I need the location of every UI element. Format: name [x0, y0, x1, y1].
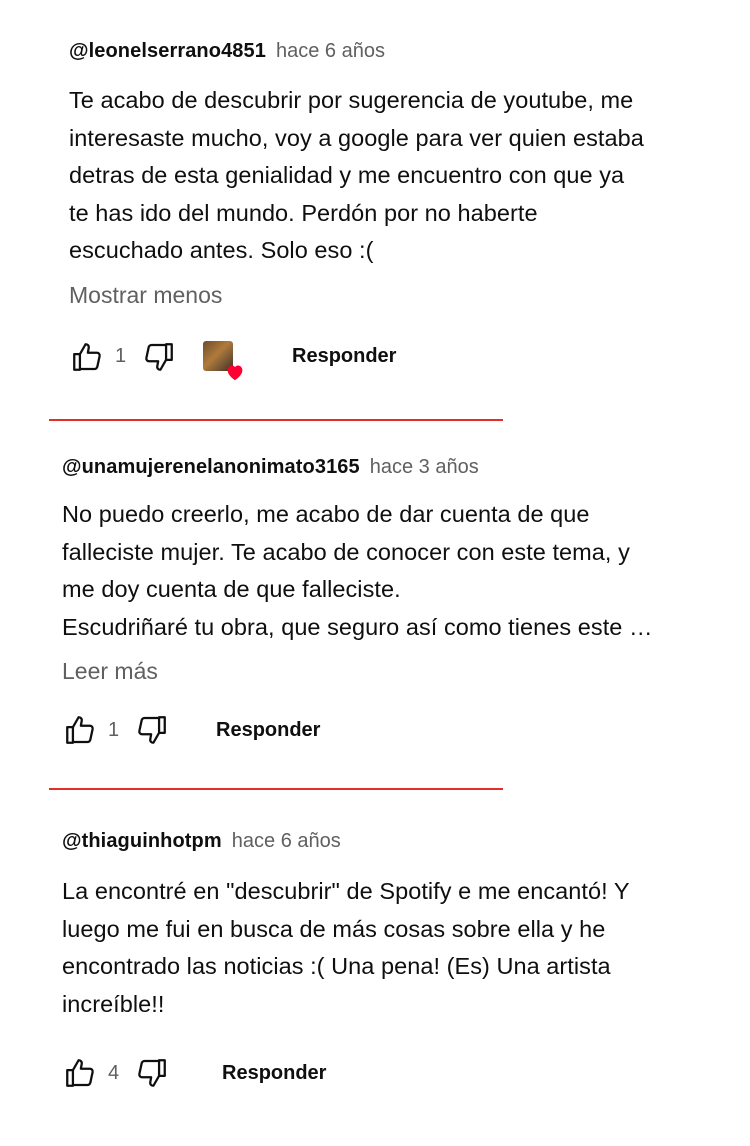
comment-text-line: interesaste mucho, voy a google para ver… [69, 124, 644, 151]
comment-header: @leonelserrano4851 hace 6 años [69, 40, 729, 80]
comment-time[interactable]: hace 6 años [276, 40, 385, 63]
comment: @unamujerenelanonimato3165 hace 3 años N… [62, 456, 730, 750]
comment-text-line: luego me fui en busca de más cosas sobre… [62, 915, 606, 942]
comment-text-line: te has ido del mundo. Perdón por no habe… [69, 199, 538, 226]
comment-text-line: encontrado las noticias :( Una pena! (Es… [62, 953, 611, 979]
comment-author[interactable]: @unamujerenelanonimato3165 [62, 456, 360, 479]
comment-actions: 4 Responder [62, 1053, 730, 1093]
reply-button[interactable]: Responder [292, 345, 396, 368]
dislike-button[interactable] [141, 339, 177, 375]
reply-button[interactable]: Responder [216, 719, 320, 742]
thumbs-down-icon [145, 342, 173, 371]
thumbs-down-icon [138, 1059, 166, 1087]
comment-actions: 1 Responder [69, 337, 729, 380]
dislike-button[interactable] [134, 1055, 170, 1091]
thumbs-up-icon [66, 1059, 94, 1087]
comment-actions: 1 Responder [62, 710, 730, 750]
read-more-button[interactable]: Leer más [62, 654, 730, 688]
like-count: 1 [115, 345, 127, 367]
comment-author[interactable]: @leonelserrano4851 [69, 40, 266, 63]
show-less-button[interactable]: Mostrar menos [69, 278, 729, 312]
thumbs-up-icon [66, 716, 94, 744]
comment-time[interactable]: hace 3 años [370, 456, 479, 479]
reply-button[interactable]: Responder [222, 1062, 326, 1085]
comment-text: La encontré en "descubrir" de Spotify e … [62, 873, 730, 1023]
comment: @leonelserrano4851 hace 6 años Te acabo … [69, 40, 729, 380]
comment-header: @thiaguinhotpm hace 6 años [62, 830, 730, 870]
comment: @thiaguinhotpm hace 6 años La encontré e… [62, 830, 730, 1093]
comment-text-line: falleciste mujer. Te acabo de conocer co… [62, 538, 630, 565]
comment-author[interactable]: @thiaguinhotpm [62, 830, 222, 853]
comment-text: No puedo creerlo, me acabo de dar cuenta… [62, 496, 730, 646]
divider [49, 419, 503, 421]
divider [49, 788, 503, 790]
comment-time[interactable]: hace 6 años [232, 830, 341, 853]
comment-text-line: escuchado antes. Solo eso :( [69, 237, 374, 263]
comment-text-line: La encontré en "descubrir" de Spotify e … [62, 878, 630, 904]
like-count: 1 [108, 718, 120, 741]
comment-text-line: No puedo creerlo, me acabo de dar cuenta… [62, 501, 590, 527]
dislike-button[interactable] [134, 712, 170, 748]
like-button[interactable] [69, 339, 105, 375]
comment-header: @unamujerenelanonimato3165 hace 3 años [62, 456, 730, 496]
creator-heart-badge [203, 340, 243, 380]
like-button[interactable] [62, 712, 98, 748]
comment-text-line: Te acabo de descubrir por sugerencia de … [69, 87, 634, 113]
like-button[interactable] [62, 1055, 98, 1091]
comment-text-line: detras de esta genialidad y me encuentro… [69, 162, 625, 188]
thumbs-down-icon [138, 716, 166, 744]
comment-text-line: Escudriñaré tu obra, que seguro así como… [62, 613, 653, 640]
comment-text-line: me doy cuenta de que falleciste. [62, 576, 401, 602]
like-count: 4 [108, 1061, 120, 1084]
thumbs-up-icon [73, 342, 101, 371]
creator-heart-icon [227, 364, 243, 380]
comment-text-line: increíble!! [62, 990, 165, 1017]
comment-text: Te acabo de descubrir por sugerencia de … [69, 82, 729, 270]
